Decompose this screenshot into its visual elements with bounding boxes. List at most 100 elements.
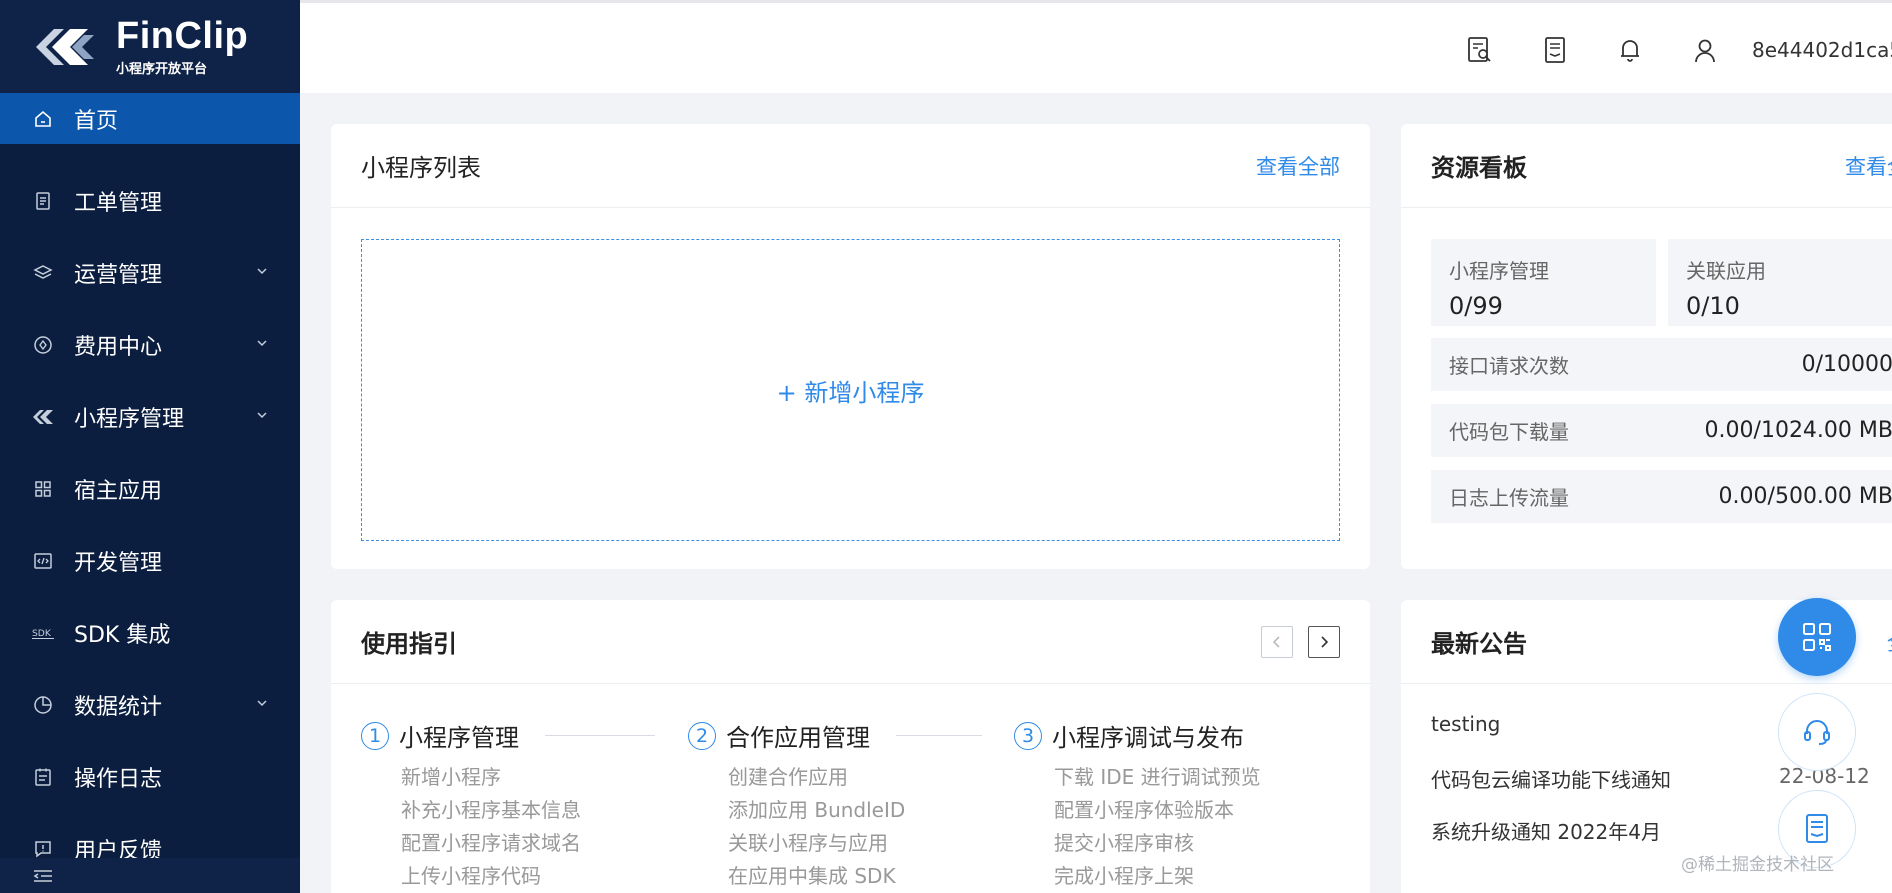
chevron-left-icon (1272, 636, 1280, 648)
resource-label: 关联应用 (1686, 259, 1766, 283)
resource-dashboard-card: 资源看板 查看全部 小程序管理 0/99 关联应用 0/10 接口请求次数 0/… (1401, 124, 1892, 569)
step-link[interactable]: 配置小程序体验版本 (1054, 794, 1261, 827)
sidebar-item-host-apps[interactable]: 宿主应用 (0, 453, 300, 525)
document-button[interactable] (1517, 3, 1592, 96)
headset-icon (1804, 720, 1830, 745)
sidebar: FinClip 小程序开放平台 首页 工单管理 运营管理 费用中心 小程序管理 … (0, 0, 300, 893)
menu-fold-icon (33, 869, 52, 882)
chevron-right-icon (1321, 636, 1329, 648)
header-toolbar: 8e44402d1ca5 (1442, 3, 1892, 96)
user-icon (1694, 39, 1715, 62)
announcement-item[interactable]: 系统升级通知 2022年4月 (1431, 816, 1661, 845)
mini-program-list-card: 小程序列表 查看全部 + 新增小程序 (331, 124, 1370, 569)
brand-subtitle: 小程序开放平台 (116, 62, 208, 77)
document-icon (1806, 814, 1828, 843)
step-divider (896, 735, 982, 736)
logo[interactable]: FinClip 小程序开放平台 (0, 0, 300, 93)
step-link[interactable]: 添加应用 BundleID (728, 794, 982, 827)
sidebar-item-label: 费用中心 (74, 335, 163, 360)
step-link[interactable]: 配置小程序请求域名 (401, 827, 655, 860)
customer-service-button[interactable] (1778, 693, 1856, 771)
step-link[interactable]: 创建合作应用 (728, 761, 982, 794)
resource-box: 关联应用 0/10 (1668, 239, 1892, 326)
sidebar-item-label: 数据统计 (74, 695, 163, 720)
sidebar-item-label: 运营管理 (74, 263, 163, 288)
collapse-sidebar-button[interactable] (0, 858, 300, 893)
resource-row: 接口请求次数 0/10000 (1431, 338, 1892, 391)
svg-text:SDK: SDK (32, 628, 52, 639)
finclip-logo-icon (36, 28, 94, 65)
chevron-down-icon (257, 340, 267, 347)
step-link[interactable]: 新增小程序 (401, 761, 655, 794)
view-all-link[interactable]: 查看全部 (1256, 151, 1340, 181)
sidebar-item-label: 小程序管理 (74, 407, 185, 432)
guide-step: 1 小程序管理 新增小程序 补充小程序基本信息 配置小程序请求域名 上传小程序代… (361, 718, 655, 893)
step-title: 小程序管理 (399, 724, 519, 752)
announcement-item[interactable]: testing (1431, 712, 1500, 736)
sidebar-item-home[interactable]: 首页 (0, 93, 300, 144)
sdk-icon: SDK (32, 622, 54, 644)
sidebar-item-operations[interactable]: 运营管理 (0, 237, 300, 309)
step-link[interactable]: 提交小程序审核 (1054, 827, 1261, 860)
add-mini-program-button[interactable]: + 新增小程序 (361, 239, 1340, 541)
sidebar-item-label: 宿主应用 (74, 479, 163, 504)
sidebar-item-label: 首页 (74, 108, 119, 134)
sidebar-item-logs[interactable]: 操作日志 (0, 741, 300, 813)
home-icon (32, 108, 54, 130)
sidebar-item-development[interactable]: 开发管理 (0, 525, 300, 597)
card-title: 小程序列表 (361, 154, 481, 182)
sidebar-item-sdk[interactable]: SDK SDK 集成 (0, 597, 300, 669)
code-icon (32, 550, 54, 572)
card-header: 使用指引 (331, 600, 1370, 684)
step-link[interactable]: 在应用中集成 SDK (728, 860, 982, 893)
step-link[interactable]: 上传小程序代码 (401, 860, 655, 893)
step-link[interactable]: 关联小程序与应用 (728, 827, 982, 860)
document-search-icon (1467, 36, 1491, 62)
username[interactable]: 8e44402d1ca5 (1742, 38, 1892, 62)
sidebar-item-statistics[interactable]: 数据统计 (0, 669, 300, 741)
step-number: 2 (688, 721, 716, 750)
step-link[interactable]: 补充小程序基本信息 (401, 794, 655, 827)
guide-step: 3 小程序调试与发布 下载 IDE 进行调试预览 配置小程序体验版本 提交小程序… (1014, 718, 1261, 893)
mini-program-icon (32, 406, 54, 428)
usage-guide-card: 使用指引 1 小程序管理 新增小程序 补充小程序基本信息 配置小程序请求域名 上… (331, 600, 1370, 893)
sidebar-item-tickets[interactable]: 工单管理 (0, 165, 300, 237)
step-title: 合作应用管理 (726, 724, 870, 752)
user-button[interactable] (1667, 3, 1742, 96)
sidebar-menu: 首页 工单管理 运营管理 费用中心 小程序管理 宿主应用 开发管理 SDK SD… (0, 93, 300, 885)
prev-button[interactable] (1261, 626, 1293, 658)
feedback-icon (32, 838, 54, 860)
chevron-down-icon (257, 268, 267, 275)
resource-value: 0/10 (1686, 292, 1740, 320)
sidebar-item-billing[interactable]: 费用中心 (0, 309, 300, 381)
pie-chart-icon (32, 694, 54, 716)
grid-icon (32, 478, 54, 500)
sidebar-item-mini-programs[interactable]: 小程序管理 (0, 381, 300, 453)
qr-code-button[interactable] (1778, 598, 1856, 676)
search-document-button[interactable] (1442, 3, 1517, 96)
qr-code-icon (1803, 623, 1831, 651)
step-link[interactable]: 完成小程序上架 (1054, 860, 1261, 893)
resource-row: 代码包下载量 0.00/1024.00 MB (1431, 404, 1892, 457)
step-title: 小程序调试与发布 (1052, 724, 1244, 752)
notifications-button[interactable] (1592, 3, 1667, 96)
document-icon (1544, 36, 1565, 63)
resource-value: 0/10000 (1801, 352, 1892, 377)
sidebar-item-label: 操作日志 (74, 767, 163, 792)
resource-value: 0.00/1024.00 MB (1704, 418, 1892, 443)
card-header: 小程序列表 查看全部 (331, 124, 1370, 208)
resource-label: 代码包下载量 (1449, 420, 1569, 444)
log-icon (32, 766, 54, 788)
view-all-link[interactable]: 查看全部 (1845, 151, 1892, 181)
step-link[interactable]: 下载 IDE 进行调试预览 (1054, 761, 1261, 794)
resource-value: 0.00/500.00 MB (1718, 484, 1892, 509)
next-button[interactable] (1308, 626, 1340, 658)
resource-label: 日志上传流量 (1449, 486, 1569, 510)
layers-icon (32, 262, 54, 284)
view-all-link[interactable]: 全部 (1887, 627, 1892, 657)
announcement-item[interactable]: 代码包云编译功能下线通知 (1431, 764, 1671, 793)
watermark: @稀土掘金技术社区 (1681, 855, 1834, 875)
main-content: 小程序列表 查看全部 + 新增小程序 资源看板 查看全部 小程序管理 0/99 … (300, 93, 1892, 893)
fee-icon (32, 334, 54, 356)
resource-label: 接口请求次数 (1449, 354, 1569, 378)
